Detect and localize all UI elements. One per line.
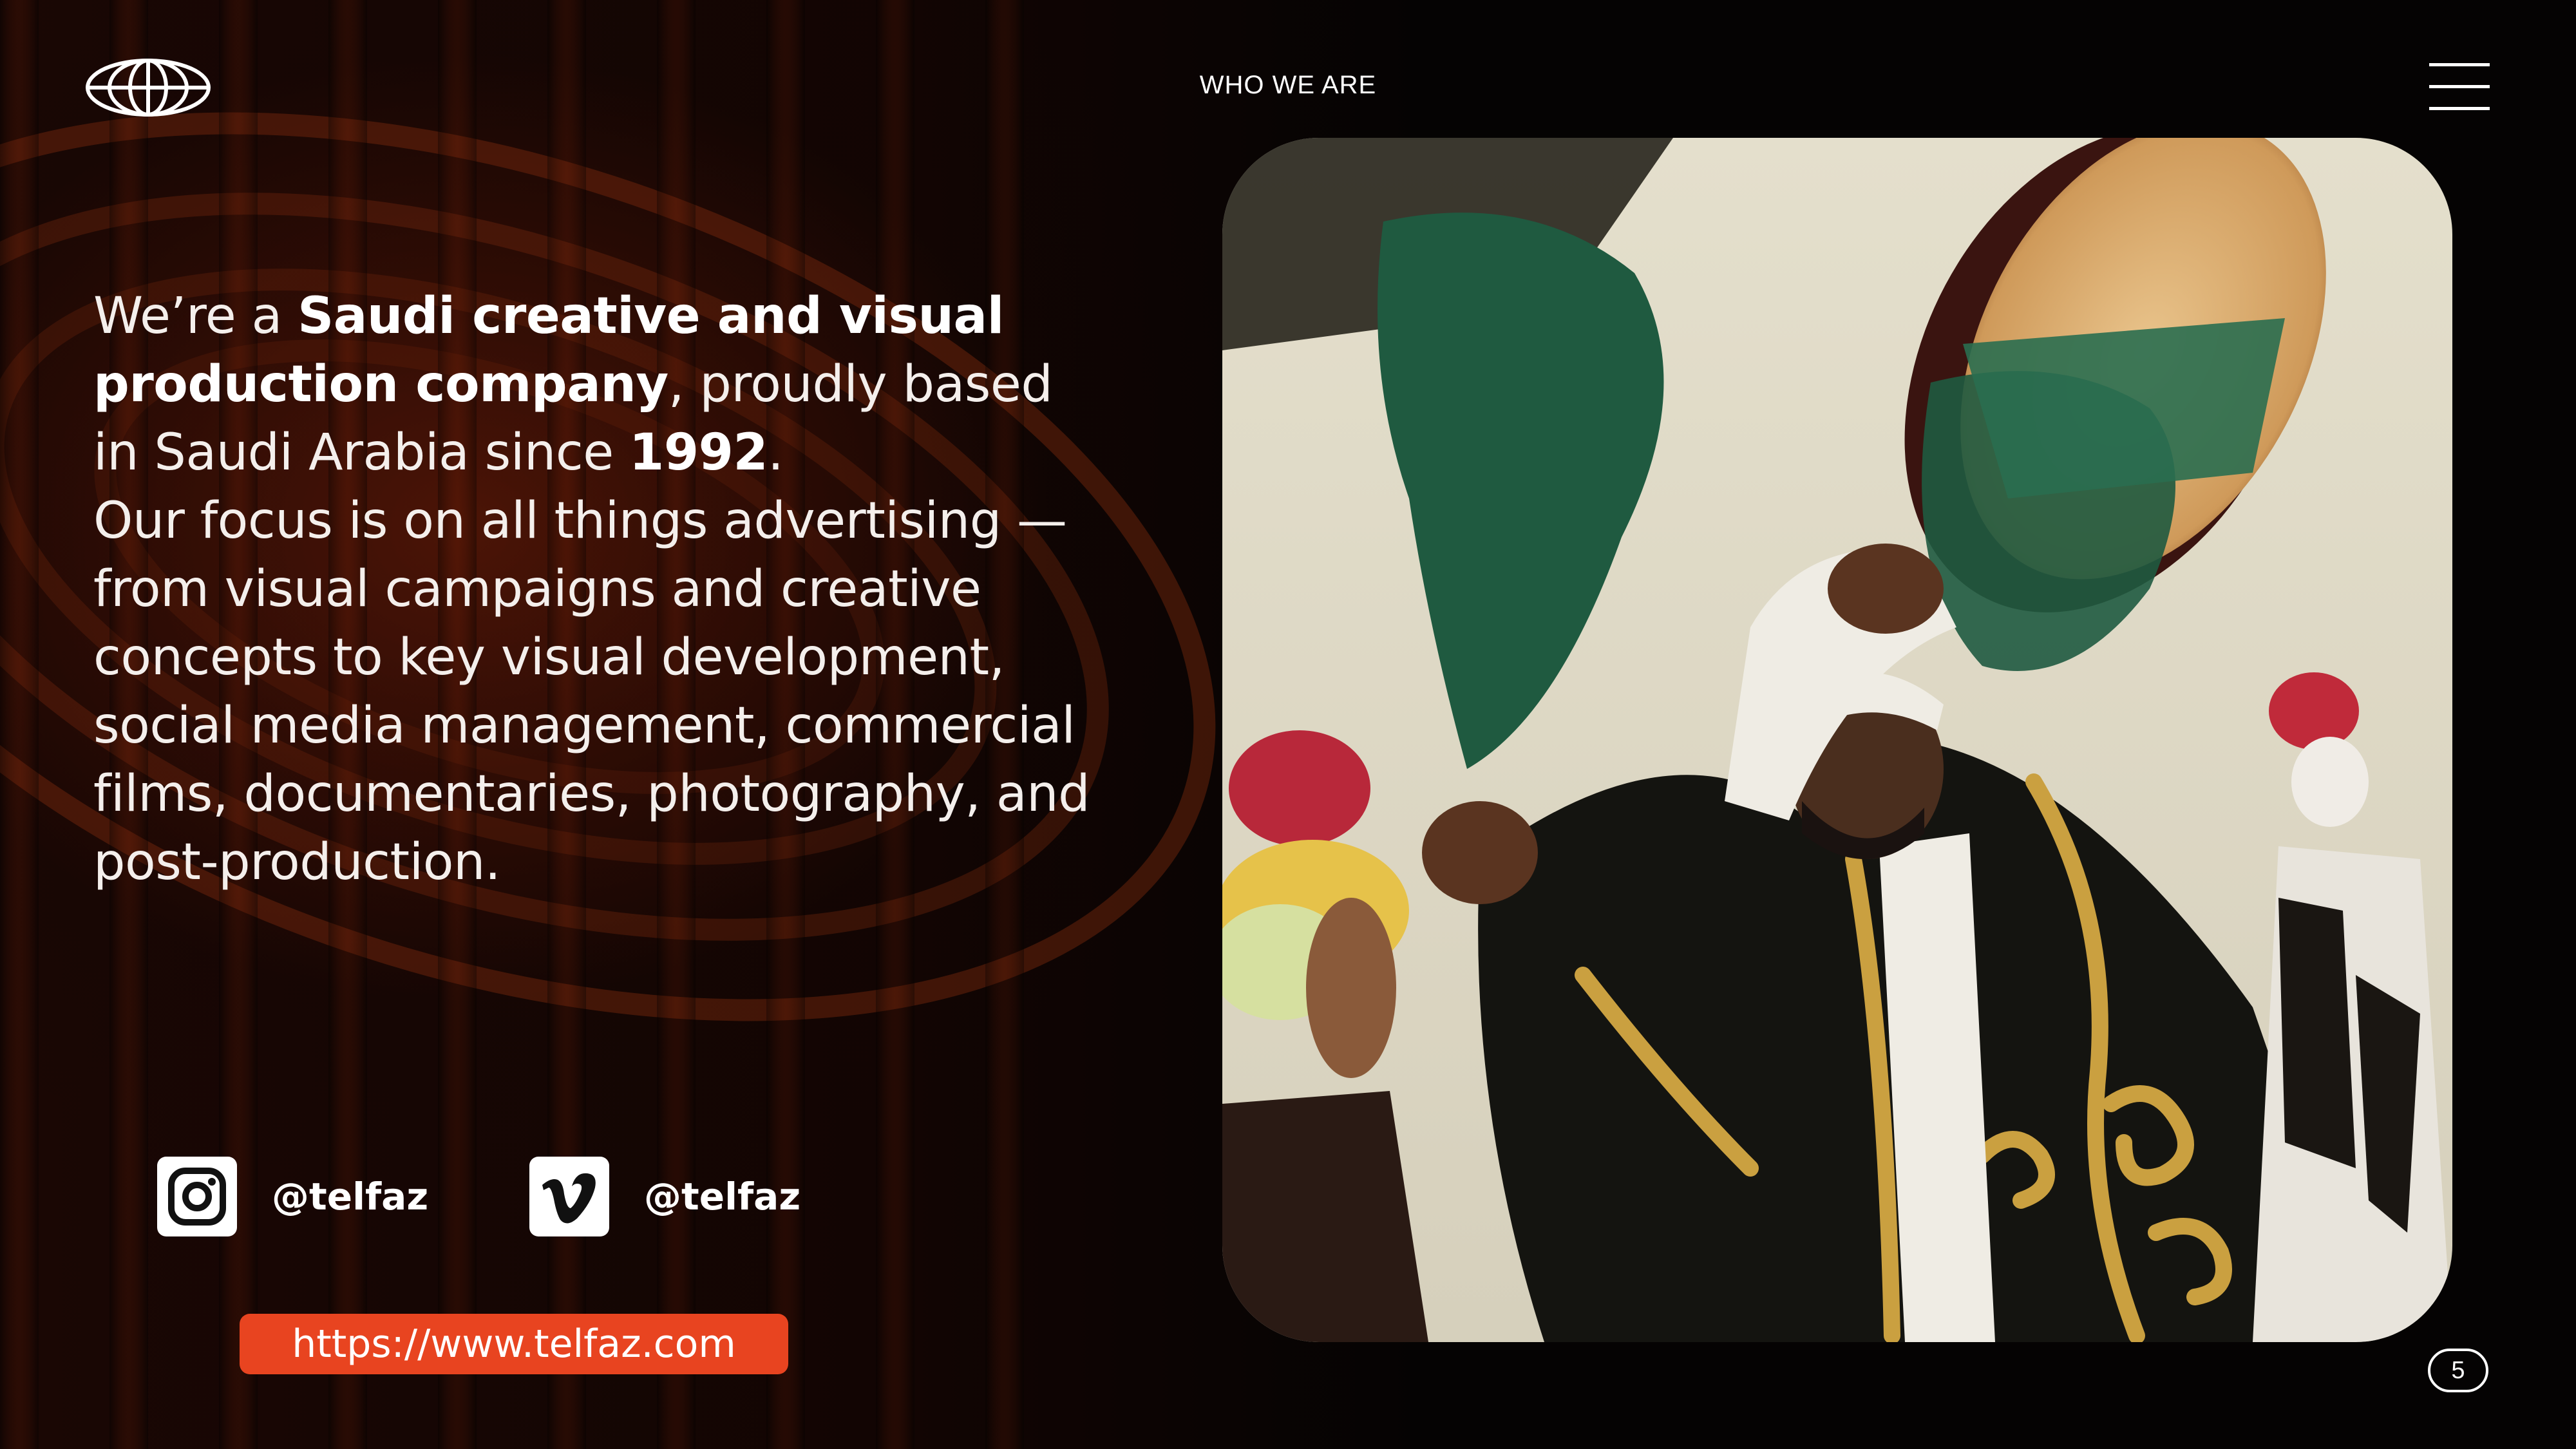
instagram-handle: @telfaz [272, 1175, 429, 1218]
instagram-icon-box [157, 1157, 237, 1236]
vimeo-link[interactable]: @telfaz [529, 1155, 800, 1238]
page-number: 5 [2428, 1349, 2488, 1392]
instagram-icon [168, 1168, 226, 1226]
menu-line [2429, 63, 2490, 66]
intro-text-part: We’re a [93, 287, 298, 345]
website-link[interactable]: https://www.telfaz.com [240, 1314, 788, 1374]
menu-icon[interactable] [2429, 61, 2490, 112]
hero-photo [1222, 138, 2452, 1342]
intro-focus-text: Our focus is on all things advertising —… [93, 492, 1090, 891]
vimeo-handle: @telfaz [644, 1175, 801, 1218]
hero-photo-illustration [1222, 138, 2452, 1342]
slide: WHO WE ARE We’re a Saudi creative and vi… [0, 0, 2576, 1449]
menu-line [2429, 85, 2490, 88]
founding-year: 1992 [629, 424, 768, 482]
section-title: WHO WE ARE [1199, 71, 1377, 99]
menu-line [2429, 107, 2490, 110]
intro-text-part: . [768, 424, 784, 482]
intro-text: We’re a Saudi creative and visual produc… [93, 282, 1098, 896]
vimeo-icon [542, 1173, 596, 1224]
brand-logo[interactable] [84, 57, 213, 118]
instagram-link[interactable]: @telfaz [157, 1155, 428, 1238]
vimeo-icon-box [529, 1157, 609, 1236]
